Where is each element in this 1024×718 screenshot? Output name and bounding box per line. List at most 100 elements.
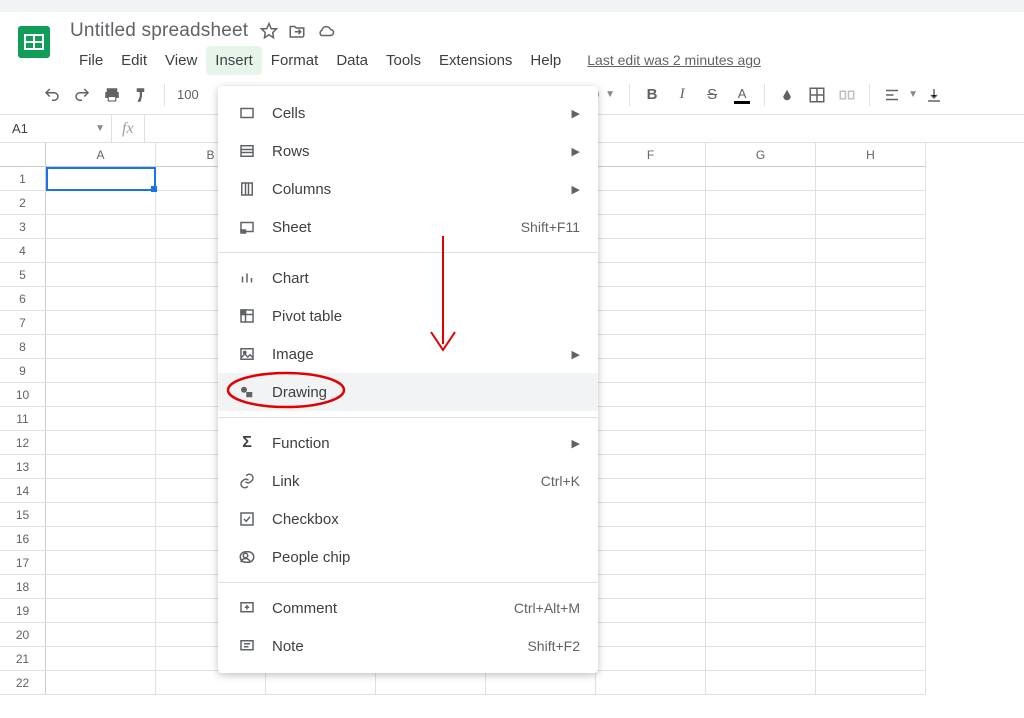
- cell[interactable]: [816, 263, 926, 287]
- cell[interactable]: [46, 239, 156, 263]
- cell[interactable]: [596, 599, 706, 623]
- cell[interactable]: [46, 167, 156, 191]
- cell[interactable]: [376, 671, 486, 695]
- italic-icon[interactable]: I: [668, 81, 696, 109]
- row-header[interactable]: 1: [0, 167, 46, 191]
- cloud-icon[interactable]: [316, 22, 336, 40]
- cell[interactable]: [46, 527, 156, 551]
- menu-item-pivot-table[interactable]: Pivot table: [218, 297, 598, 335]
- cell[interactable]: [46, 359, 156, 383]
- cell[interactable]: [706, 479, 816, 503]
- cell[interactable]: [46, 551, 156, 575]
- cell[interactable]: [706, 191, 816, 215]
- row-header[interactable]: 13: [0, 455, 46, 479]
- cell[interactable]: [816, 383, 926, 407]
- menu-edit[interactable]: Edit: [112, 46, 156, 75]
- cell[interactable]: [596, 383, 706, 407]
- cell[interactable]: [706, 575, 816, 599]
- menu-tools[interactable]: Tools: [377, 46, 430, 75]
- cell[interactable]: [816, 623, 926, 647]
- menu-item-chart[interactable]: Chart: [218, 259, 598, 297]
- row-header[interactable]: 5: [0, 263, 46, 287]
- cell[interactable]: [596, 551, 706, 575]
- cell[interactable]: [46, 191, 156, 215]
- row-header[interactable]: 12: [0, 431, 46, 455]
- cell[interactable]: [816, 527, 926, 551]
- cell[interactable]: [46, 263, 156, 287]
- cell[interactable]: [596, 311, 706, 335]
- cell[interactable]: [706, 215, 816, 239]
- cell[interactable]: [596, 263, 706, 287]
- cell[interactable]: [816, 359, 926, 383]
- column-header[interactable]: A: [46, 143, 156, 167]
- cell[interactable]: [46, 455, 156, 479]
- cell[interactable]: [706, 311, 816, 335]
- cell[interactable]: [706, 287, 816, 311]
- row-header[interactable]: 21: [0, 647, 46, 671]
- star-icon[interactable]: [260, 22, 278, 40]
- document-title[interactable]: Untitled spreadsheet: [70, 20, 248, 42]
- cell[interactable]: [596, 167, 706, 191]
- row-header[interactable]: 20: [0, 623, 46, 647]
- cell[interactable]: [706, 383, 816, 407]
- cell[interactable]: [816, 551, 926, 575]
- cell[interactable]: [46, 287, 156, 311]
- cell[interactable]: [816, 215, 926, 239]
- menu-item-checkbox[interactable]: Checkbox: [218, 500, 598, 538]
- row-header[interactable]: 17: [0, 551, 46, 575]
- menu-format[interactable]: Format: [262, 46, 328, 75]
- cell[interactable]: [266, 671, 376, 695]
- cell[interactable]: [46, 575, 156, 599]
- menu-data[interactable]: Data: [327, 46, 377, 75]
- menu-item-function[interactable]: ΣFunction▶: [218, 424, 598, 462]
- row-header[interactable]: 15: [0, 503, 46, 527]
- vertical-align-icon[interactable]: [920, 81, 948, 109]
- cell[interactable]: [46, 623, 156, 647]
- cell[interactable]: [46, 647, 156, 671]
- column-header[interactable]: G: [706, 143, 816, 167]
- cell[interactable]: [596, 191, 706, 215]
- cell[interactable]: [816, 479, 926, 503]
- cell[interactable]: [596, 671, 706, 695]
- text-color-icon[interactable]: A: [728, 81, 756, 109]
- cell[interactable]: [46, 407, 156, 431]
- bold-icon[interactable]: B: [638, 81, 666, 109]
- cell[interactable]: [596, 359, 706, 383]
- cell[interactable]: [46, 311, 156, 335]
- menu-item-image[interactable]: Image▶: [218, 335, 598, 373]
- cell[interactable]: [816, 311, 926, 335]
- zoom-select[interactable]: 100: [177, 87, 199, 102]
- cell[interactable]: [816, 431, 926, 455]
- cell[interactable]: [706, 167, 816, 191]
- row-header[interactable]: 16: [0, 527, 46, 551]
- cell[interactable]: [816, 671, 926, 695]
- menu-item-columns[interactable]: Columns▶: [218, 170, 598, 208]
- menu-item-note[interactable]: NoteShift+F2: [218, 627, 598, 665]
- cell[interactable]: [816, 407, 926, 431]
- redo-icon[interactable]: [68, 81, 96, 109]
- cell[interactable]: [46, 599, 156, 623]
- cell[interactable]: [706, 671, 816, 695]
- cell[interactable]: [706, 647, 816, 671]
- menu-item-comment[interactable]: CommentCtrl+Alt+M: [218, 589, 598, 627]
- menu-item-cells[interactable]: Cells▶: [218, 94, 598, 132]
- menu-extensions[interactable]: Extensions: [430, 46, 521, 75]
- name-box[interactable]: A1▼: [0, 115, 112, 142]
- column-header[interactable]: H: [816, 143, 926, 167]
- cell[interactable]: [706, 527, 816, 551]
- menu-help[interactable]: Help: [521, 46, 570, 75]
- row-header[interactable]: 2: [0, 191, 46, 215]
- sheets-logo[interactable]: [12, 20, 56, 64]
- undo-icon[interactable]: [38, 81, 66, 109]
- cell[interactable]: [816, 503, 926, 527]
- borders-icon[interactable]: [803, 81, 831, 109]
- menu-item-link[interactable]: LinkCtrl+K: [218, 462, 598, 500]
- cell[interactable]: [596, 575, 706, 599]
- cell[interactable]: [816, 191, 926, 215]
- cell[interactable]: [706, 239, 816, 263]
- cell[interactable]: [816, 239, 926, 263]
- cell[interactable]: [596, 479, 706, 503]
- cell[interactable]: [596, 407, 706, 431]
- cell[interactable]: [816, 455, 926, 479]
- cell[interactable]: [596, 527, 706, 551]
